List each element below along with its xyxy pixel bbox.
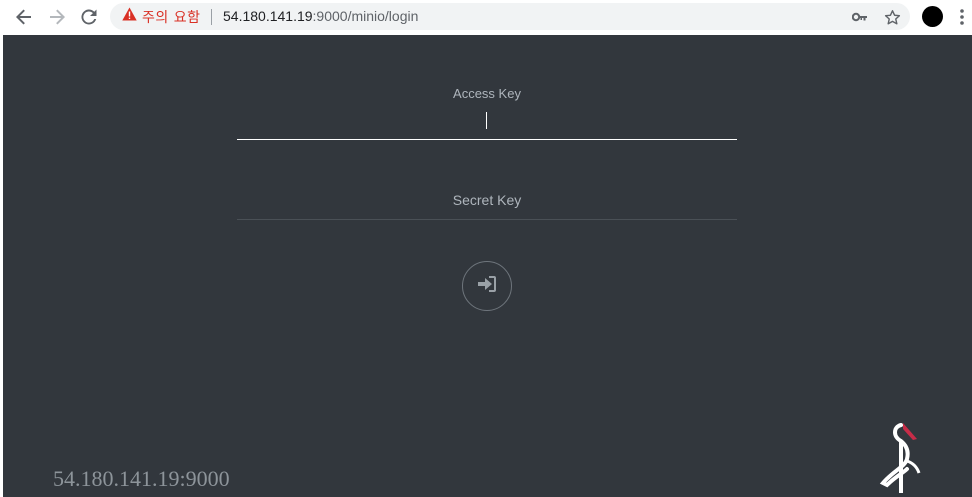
address-bar[interactable]: 주의 요함 54.180.141.19:9000/minio/login xyxy=(110,3,910,30)
url-text[interactable]: 54.180.141.19:9000/minio/login xyxy=(223,8,418,25)
security-warning[interactable]: 주의 요함 xyxy=(122,7,201,26)
kebab-menu-icon[interactable] xyxy=(960,8,964,26)
security-warning-label: 주의 요함 xyxy=(142,9,201,26)
login-button[interactable] xyxy=(462,261,512,311)
forward-arrow-icon[interactable] xyxy=(46,6,68,28)
text-caret xyxy=(486,112,487,129)
url-path: :9000/minio/login xyxy=(312,8,419,24)
sign-in-icon xyxy=(477,275,497,298)
profile-avatar[interactable] xyxy=(922,6,943,27)
access-key-input[interactable] xyxy=(237,105,737,139)
secret-key-underline xyxy=(237,219,737,220)
url-host: 54.180.141.19 xyxy=(223,8,313,24)
star-icon[interactable] xyxy=(883,8,901,26)
key-icon[interactable] xyxy=(851,8,869,26)
warning-triangle-icon xyxy=(122,7,137,26)
address-separator xyxy=(211,9,212,25)
reload-icon[interactable] xyxy=(78,6,100,28)
secret-key-placeholder: Secret Key xyxy=(452,192,522,208)
browser-toolbar: 주의 요함 54.180.141.19:9000/minio/login xyxy=(0,0,972,34)
access-key-label: Access Key xyxy=(453,86,521,101)
access-key-underline xyxy=(237,139,737,140)
back-arrow-icon[interactable] xyxy=(13,6,35,28)
login-page: Access Key Secret Key 54.180.141.19:9000 xyxy=(3,35,972,497)
minio-logo xyxy=(873,421,925,497)
server-host-label: 54.180.141.19:9000 xyxy=(53,466,230,491)
